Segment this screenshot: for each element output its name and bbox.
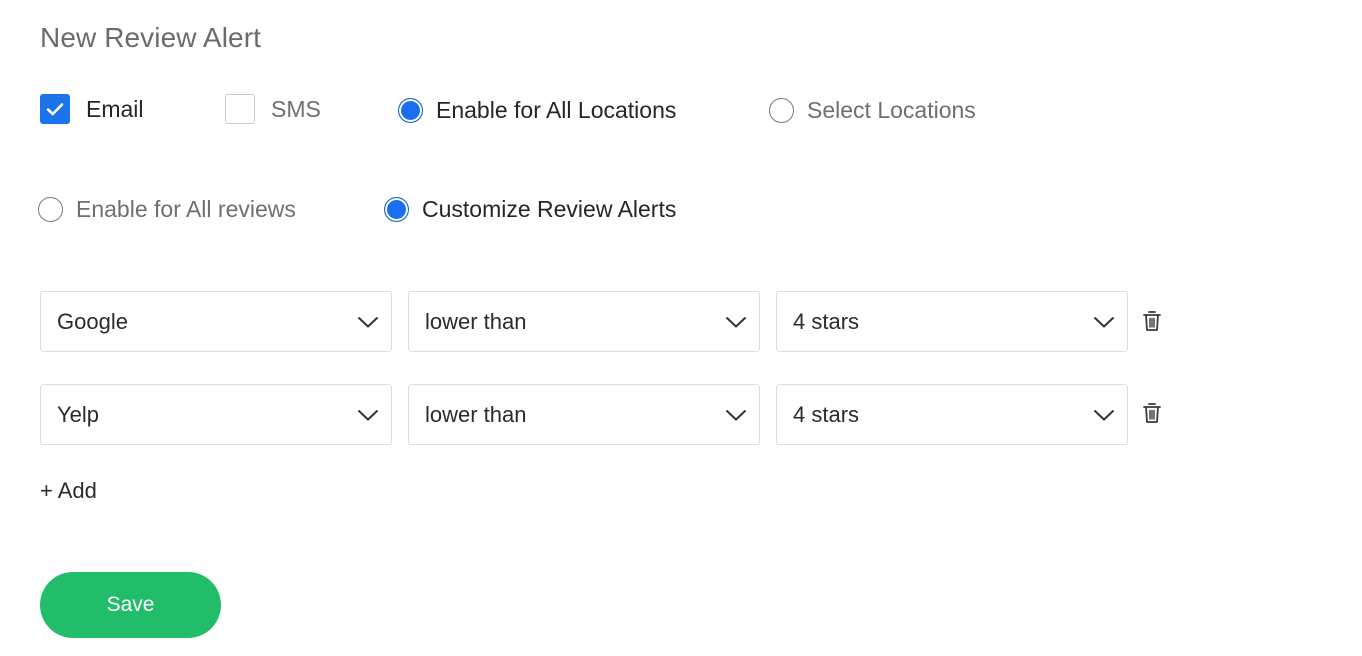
- all-locations-radio-option[interactable]: Enable for All Locations: [398, 98, 676, 123]
- all-reviews-radio-option[interactable]: Enable for All reviews: [38, 197, 296, 222]
- chevron-down-icon: [1094, 409, 1114, 420]
- review-alert-page: New Review Alert Email SMS Enable for Al…: [0, 0, 1362, 656]
- all-locations-radio[interactable]: [398, 98, 423, 123]
- rule-1-comparator-select[interactable]: lower than: [408, 291, 760, 352]
- rule-1-source-select[interactable]: Google: [40, 291, 392, 352]
- rule-2-comparator-select[interactable]: lower than: [408, 384, 760, 445]
- chevron-down-icon: [358, 316, 378, 327]
- rule-2-source-select[interactable]: Yelp: [40, 384, 392, 445]
- rule-2-rating-value: 4 stars: [793, 401, 860, 427]
- sms-label: SMS: [271, 95, 321, 122]
- sms-checkbox-option[interactable]: SMS: [225, 94, 321, 124]
- all-locations-label: Enable for All Locations: [436, 97, 677, 123]
- chevron-down-icon: [726, 409, 746, 420]
- select-locations-label: Select Locations: [807, 97, 976, 123]
- rule-1-source-value: Google: [57, 308, 128, 334]
- all-reviews-radio[interactable]: [38, 197, 63, 222]
- save-button[interactable]: Save: [40, 572, 221, 638]
- chevron-down-icon: [1094, 316, 1114, 327]
- rule-1-delete-trash-icon[interactable]: [1142, 310, 1162, 332]
- customize-alerts-radio[interactable]: [384, 197, 409, 222]
- rule-1-rating-value: 4 stars: [793, 308, 860, 334]
- rule-1-rating-select[interactable]: 4 stars: [776, 291, 1128, 352]
- all-reviews-label: Enable for All reviews: [76, 196, 296, 222]
- select-locations-radio[interactable]: [769, 98, 794, 123]
- select-locations-radio-option[interactable]: Select Locations: [769, 98, 976, 123]
- customize-alerts-radio-option[interactable]: Customize Review Alerts: [384, 197, 676, 222]
- customize-alerts-label: Customize Review Alerts: [422, 196, 677, 222]
- rule-2-delete-trash-icon[interactable]: [1142, 402, 1162, 424]
- email-checkbox[interactable]: [40, 94, 70, 124]
- rule-2-comparator-value: lower than: [425, 401, 527, 427]
- add-rule-link[interactable]: + Add: [40, 478, 97, 504]
- chevron-down-icon: [726, 316, 746, 327]
- rule-1-comparator-value: lower than: [425, 308, 527, 334]
- rule-2-rating-select[interactable]: 4 stars: [776, 384, 1128, 445]
- check-icon: [46, 103, 64, 116]
- sms-checkbox[interactable]: [225, 94, 255, 124]
- email-label: Email: [86, 95, 144, 122]
- page-title: New Review Alert: [40, 22, 262, 53]
- rule-2-source-value: Yelp: [57, 401, 100, 427]
- email-checkbox-option[interactable]: Email: [40, 94, 144, 124]
- chevron-down-icon: [358, 409, 378, 420]
